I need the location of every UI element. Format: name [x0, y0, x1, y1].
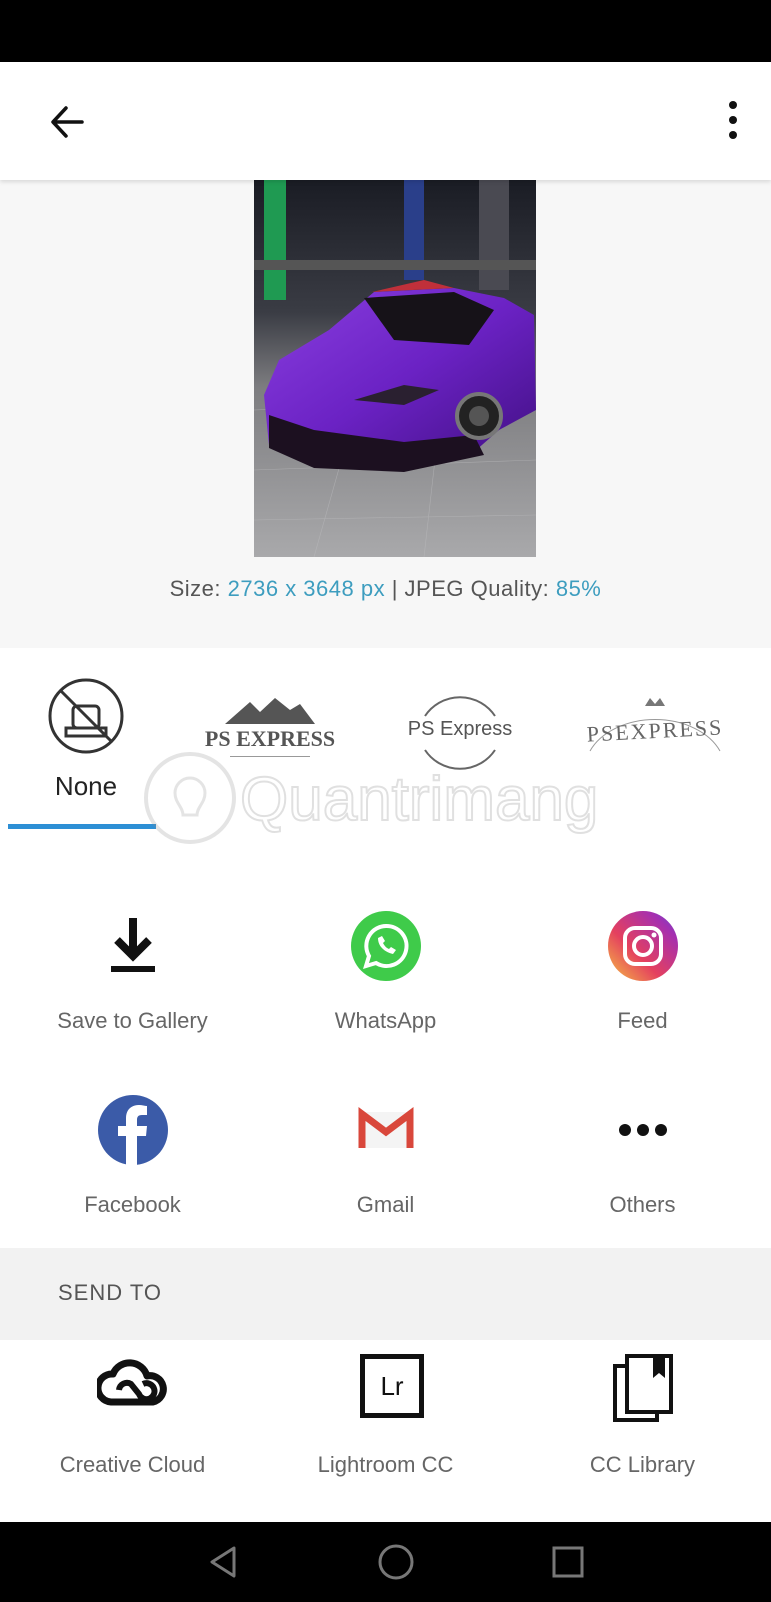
- share-gmail[interactable]: Gmail: [257, 1064, 514, 1217]
- facebook-icon: [98, 1095, 168, 1166]
- share-label: Feed: [617, 1008, 668, 1033]
- image-preview-area: Size: 2736 x 3648 px | JPEG Quality: 85%: [0, 180, 771, 648]
- send-label: Lightroom CC: [317, 1452, 454, 1477]
- watermark-selector: None PS EXPRESS PS Express PSEXPRESS Qua…: [0, 648, 771, 880]
- size-prefix: Size:: [169, 576, 228, 601]
- send-to-title: SEND TO: [58, 1280, 162, 1305]
- more-horizontal-icon: [619, 1124, 667, 1136]
- status-bar: [0, 0, 771, 62]
- lightroom-icon: Lr: [360, 1354, 424, 1418]
- overlay-watermark-text: Quantrimang: [240, 765, 598, 834]
- send-label: CC Library: [589, 1452, 696, 1477]
- jpeg-quality-value[interactable]: 85%: [556, 576, 602, 601]
- send-cc-library[interactable]: CC Library: [514, 1340, 771, 1490]
- image-size-value: 2736 x 3648 px: [227, 576, 386, 601]
- overlay-watermark: Quantrimang: [144, 752, 599, 844]
- send-lightroom-cc[interactable]: Lr Lightroom CC: [257, 1340, 514, 1490]
- cc-library-icon: [613, 1354, 673, 1422]
- download-icon: [111, 918, 155, 972]
- send-creative-cloud[interactable]: Creative Cloud: [4, 1340, 261, 1490]
- creative-cloud-icon: [97, 1359, 167, 1406]
- share-label: Gmail: [356, 1192, 415, 1217]
- send-to-header: SEND TO: [0, 1248, 771, 1340]
- more-vertical-icon[interactable]: [725, 98, 741, 142]
- share-label: Others: [609, 1192, 676, 1217]
- instagram-icon: [608, 911, 678, 981]
- image-info-line: Size: 2736 x 3648 px | JPEG Quality: 85%: [0, 576, 771, 602]
- share-label: WhatsApp: [334, 1008, 437, 1033]
- back-arrow-icon[interactable]: [48, 102, 88, 142]
- share-label: Save to Gallery: [57, 1008, 208, 1033]
- whatsapp-icon: [351, 911, 421, 981]
- lightroom-icon-text: Lr: [380, 1371, 404, 1401]
- share-label: Facebook: [84, 1192, 181, 1217]
- send-label: Creative Cloud: [59, 1452, 206, 1477]
- mountain-icon: [225, 698, 315, 724]
- gmail-icon: [358, 1107, 414, 1148]
- nav-recents-icon[interactable]: [546, 1540, 590, 1584]
- app-bar: [0, 62, 771, 180]
- no-stamp-icon: [48, 678, 124, 754]
- share-feed[interactable]: Feed: [514, 880, 771, 1033]
- send-to-row: Creative Cloud Lr Lightroom CC CC Librar…: [0, 1340, 771, 1522]
- share-save-to-gallery[interactable]: Save to Gallery: [4, 880, 261, 1033]
- share-others[interactable]: Others: [514, 1064, 771, 1217]
- system-navigation-bar: [0, 1522, 771, 1602]
- share-facebook[interactable]: Facebook: [4, 1064, 261, 1217]
- nav-back-icon[interactable]: [202, 1540, 246, 1584]
- share-whatsapp[interactable]: WhatsApp: [257, 880, 514, 1033]
- quality-separator: | JPEG Quality:: [385, 576, 556, 601]
- share-grid: Save to Gallery WhatsApp Feed Facebook G…: [0, 880, 771, 1248]
- nav-home-icon[interactable]: [374, 1540, 418, 1584]
- photo-preview[interactable]: [254, 180, 536, 557]
